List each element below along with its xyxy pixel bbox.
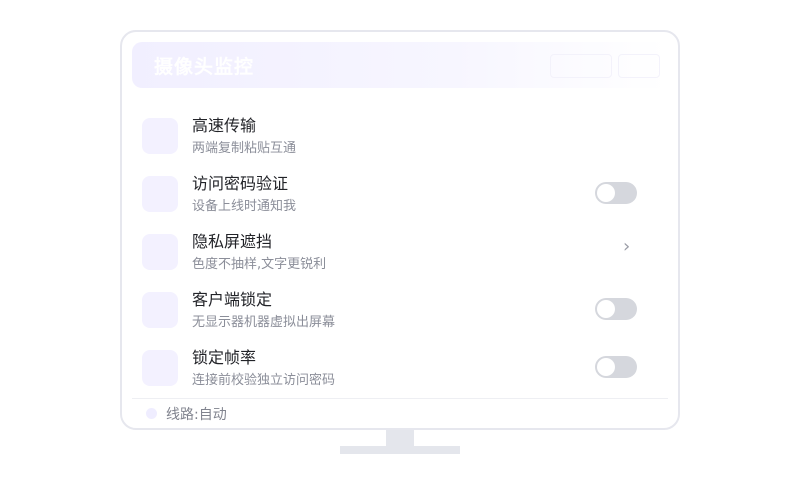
privacy-icon (142, 234, 178, 270)
footer-divider (132, 398, 668, 399)
settings-item-title: 访问密码验证 (192, 174, 289, 193)
monitor-stand-base (340, 446, 460, 454)
lock-framerate-toggle[interactable] (595, 356, 637, 378)
settings-item-title: 高速传输 (192, 116, 257, 135)
settings-item-subtitle: 无显示器机器虚拟出屏幕 (192, 315, 336, 330)
settings-item-lock-framerate: 锁定帧率 连接前校验独立访问密码 (142, 342, 642, 392)
settings-item-subtitle: 连接前校验独立访问密码 (192, 373, 336, 388)
access-password-toggle[interactable] (595, 182, 637, 204)
lock-icon (142, 292, 178, 328)
chevron-right-icon[interactable]: › (623, 236, 630, 257)
transfer-icon (142, 118, 178, 154)
page-title: 摄像头监控 (154, 56, 255, 78)
client-lock-toggle[interactable] (595, 298, 637, 320)
settings-item-title: 锁定帧率 (192, 348, 257, 367)
settings-item-high-speed-transfer[interactable]: 高速传输 两端复制粘贴互通 (142, 110, 642, 160)
settings-item-privacy-screen[interactable]: 隐私屏遮挡 色度不抽样,文字更锐利 › (142, 226, 642, 276)
settings-item-subtitle: 两端复制粘贴互通 (192, 141, 297, 156)
toggle-knob (597, 358, 615, 376)
settings-item-client-lock: 客户端锁定 无显示器机器虚拟出屏幕 (142, 284, 642, 334)
toggle-knob (597, 184, 615, 202)
header-decoration (550, 54, 612, 78)
password-icon (142, 176, 178, 212)
screen: 摄像头监控 高速传输 两端复制粘贴互通 访问密码验证 设备上线时通知我 隐私屏遮… (0, 0, 800, 500)
settings-item-title: 客户端锁定 (192, 290, 273, 309)
route-label[interactable]: 线路:自动 (166, 404, 227, 424)
monitor-frame: 摄像头监控 高速传输 两端复制粘贴互通 访问密码验证 设备上线时通知我 隐私屏遮… (120, 30, 680, 430)
route-status-dot-icon (146, 408, 157, 419)
header-bar: 摄像头监控 (132, 42, 668, 88)
settings-item-subtitle: 色度不抽样,文字更锐利 (192, 257, 327, 272)
header-decoration (618, 54, 660, 78)
toggle-knob (597, 300, 615, 318)
framerate-icon (142, 350, 178, 386)
settings-item-title: 隐私屏遮挡 (192, 232, 273, 251)
settings-item-subtitle: 设备上线时通知我 (192, 199, 297, 214)
monitor-stand-neck (386, 430, 414, 446)
settings-item-access-password: 访问密码验证 设备上线时通知我 (142, 168, 642, 218)
